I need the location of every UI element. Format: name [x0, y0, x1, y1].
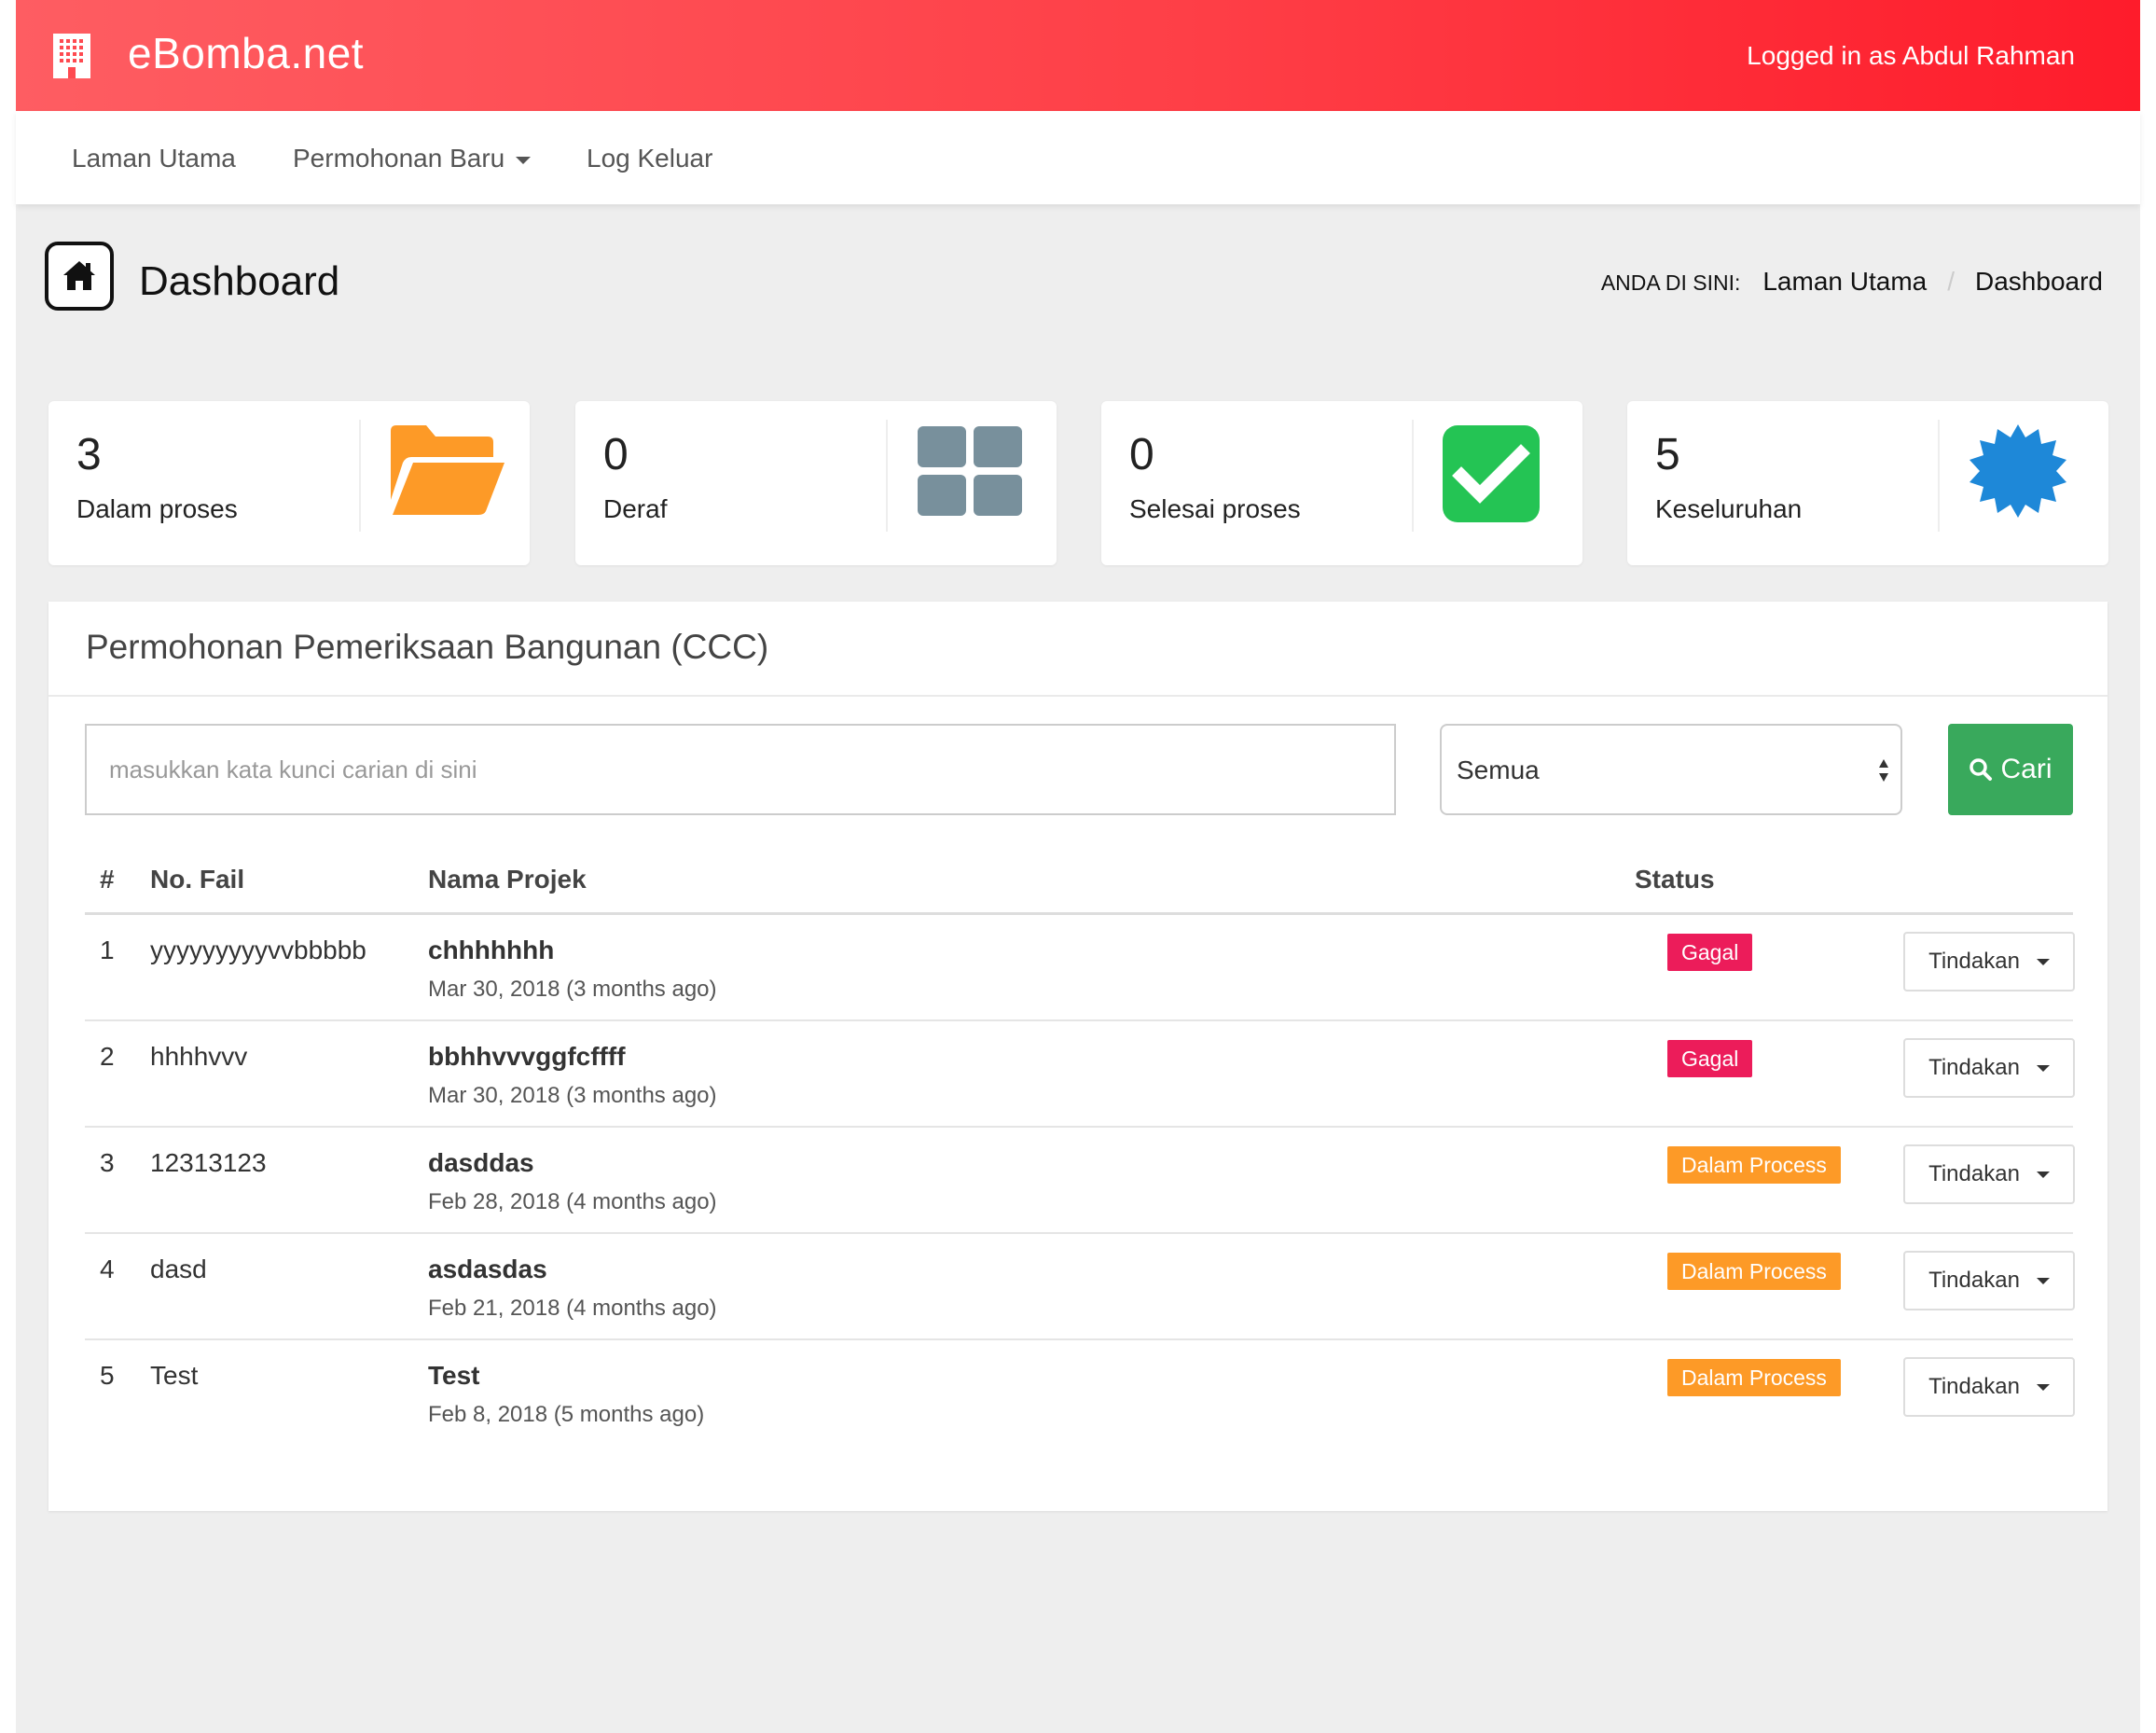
stat-card-deraf[interactable]: 0 Deraf [575, 401, 1057, 565]
stat-card-selesai-proses[interactable]: 0 Selesai proses [1101, 401, 1582, 565]
column-header-status[interactable]: Status [1635, 865, 1715, 894]
status-badge: Dalam Process [1667, 1253, 1841, 1290]
main-nav: Laman Utama Permohonan Baru Log Keluar [16, 111, 2140, 204]
row-date: Feb 28, 2018 (4 months ago) [428, 1189, 717, 1214]
nav-item-laman-utama[interactable]: Laman Utama [72, 144, 236, 173]
brand-name[interactable]: eBomba.net [128, 28, 364, 78]
action-label: Tindakan [1928, 1161, 2020, 1186]
column-header-nama-projek[interactable]: Nama Projek [428, 865, 587, 894]
stat-value: 5 [1655, 430, 1680, 479]
card-divider [359, 420, 361, 532]
page-title: Dashboard [139, 258, 340, 304]
panel-title: Permohonan Pemeriksaan Bangunan (CCC) [86, 628, 769, 666]
breadcrumb-current: Dashboard [1975, 267, 2103, 296]
table-row: 1 yyyyyyyyyvvbbbbb chhhhhhh Mar 30, 2018… [85, 915, 2075, 1021]
row-no-fail: dasd [150, 1255, 207, 1283]
stat-label: Dalam proses [76, 494, 238, 523]
table-row: 4 dasd asdasdas Feb 21, 2018 (4 months a… [85, 1234, 2075, 1340]
caret-down-icon [2036, 1383, 2050, 1391]
status-filter-select[interactable]: Semua [1440, 724, 1902, 815]
row-no-fail: Test [150, 1361, 199, 1390]
column-header-no-fail[interactable]: No. Fail [150, 865, 244, 894]
nav-item-log-keluar[interactable]: Log Keluar [587, 144, 712, 173]
stat-card-keseluruhan[interactable]: 5 Keseluruhan [1627, 401, 2108, 565]
action-dropdown-button[interactable]: Tindakan [1903, 932, 2075, 991]
home-icon [45, 242, 114, 311]
row-index: 4 [100, 1255, 115, 1283]
nav-item-permohonan-baru[interactable]: Permohonan Baru [293, 144, 532, 173]
table-row: 5 Test Test Feb 8, 2018 (5 months ago) D… [85, 1340, 2075, 1447]
select-value: Semua [1457, 756, 1540, 784]
row-date: Feb 8, 2018 (5 months ago) [428, 1402, 705, 1427]
stat-value: 3 [76, 430, 102, 479]
row-index: 1 [100, 936, 115, 964]
action-label: Tindakan [1928, 1374, 2020, 1399]
stat-label: Selesai proses [1129, 494, 1301, 523]
action-label: Tindakan [1928, 1055, 2020, 1080]
action-dropdown-button[interactable]: Tindakan [1903, 1357, 2075, 1417]
search-button-label: Cari [2000, 754, 2052, 784]
row-index: 5 [100, 1361, 115, 1390]
building-icon [53, 34, 90, 78]
action-label: Tindakan [1928, 949, 2020, 974]
stat-value: 0 [603, 430, 629, 479]
status-badge: Gagal [1667, 934, 1753, 971]
row-no-fail: hhhhvvv [150, 1042, 248, 1071]
check-square-icon [1443, 425, 1540, 522]
row-project-name[interactable]: dasddas [428, 1148, 534, 1178]
breadcrumb-link-laman-utama[interactable]: Laman Utama [1762, 267, 1927, 297]
stat-label: Deraf [603, 494, 668, 523]
nav-item-label: Laman Utama [72, 144, 236, 173]
action-dropdown-button[interactable]: Tindakan [1903, 1251, 2075, 1310]
stat-label: Keseluruhan [1655, 494, 1803, 523]
action-dropdown-button[interactable]: Tindakan [1903, 1038, 2075, 1098]
row-index: 3 [100, 1148, 115, 1177]
breadcrumb-prefix: ANDA DI SINI: [1600, 270, 1741, 295]
caret-down-icon [2036, 1277, 2050, 1284]
app-frame: eBomba.net Logged in as Abdul Rahman Lam… [16, 0, 2140, 1733]
search-button[interactable]: Cari [1948, 724, 2073, 815]
caret-down-icon [2036, 1064, 2050, 1072]
caret-down-icon [516, 156, 532, 164]
table-row: 2 hhhhvvv bbhhvvvggfcffff Mar 30, 2018 (… [85, 1021, 2075, 1128]
search-input[interactable] [85, 724, 1396, 815]
row-project-name[interactable]: Test [428, 1361, 480, 1391]
stat-value: 0 [1129, 430, 1154, 479]
divider [48, 695, 2108, 697]
grid-icon [918, 426, 1022, 516]
card-divider [886, 420, 888, 532]
row-date: Mar 30, 2018 (3 months ago) [428, 977, 717, 1002]
row-project-name[interactable]: asdasdas [428, 1255, 547, 1284]
breadcrumb: ANDA DI SINI: Laman Utama / Dashboard [1601, 267, 2103, 297]
select-arrows-icon [1879, 759, 1888, 782]
caret-down-icon [2036, 1171, 2050, 1178]
logged-in-text: Logged in as Abdul Rahman [1747, 41, 2075, 70]
nav-item-label: Log Keluar [587, 144, 713, 173]
action-dropdown-button[interactable]: Tindakan [1903, 1144, 2075, 1204]
status-badge: Dalam Process [1667, 1146, 1841, 1184]
column-header-index: # [100, 865, 115, 894]
status-badge: Gagal [1667, 1040, 1753, 1077]
row-no-fail: yyyyyyyyyvvbbbbb [150, 936, 366, 964]
search-icon [1969, 758, 1993, 781]
applications-panel: Permohonan Pemeriksaan Bangunan (CCC) Se… [48, 602, 2108, 1511]
card-divider [1412, 420, 1414, 532]
folder-open-icon [391, 425, 504, 515]
row-date: Mar 30, 2018 (3 months ago) [428, 1083, 717, 1108]
nav-item-label: Permohonan Baru [293, 144, 505, 173]
row-date: Feb 21, 2018 (4 months ago) [428, 1296, 717, 1321]
table-row: 3 12313123 dasddas Feb 28, 2018 (4 month… [85, 1128, 2075, 1234]
row-no-fail: 12313123 [150, 1148, 267, 1177]
row-index: 2 [100, 1042, 115, 1071]
breadcrumb-separator: / [1947, 267, 1956, 296]
action-label: Tindakan [1928, 1268, 2020, 1293]
status-badge: Dalam Process [1667, 1359, 1841, 1396]
caret-down-icon [2036, 958, 2050, 965]
card-divider [1938, 420, 1940, 532]
stat-card-dalam-proses[interactable]: 3 Dalam proses [48, 401, 530, 565]
badge-icon [1969, 424, 2066, 518]
row-project-name[interactable]: bbhhvvvggfcffff [428, 1042, 626, 1072]
row-project-name[interactable]: chhhhhhh [428, 936, 554, 965]
top-header: eBomba.net Logged in as Abdul Rahman [16, 0, 2140, 111]
